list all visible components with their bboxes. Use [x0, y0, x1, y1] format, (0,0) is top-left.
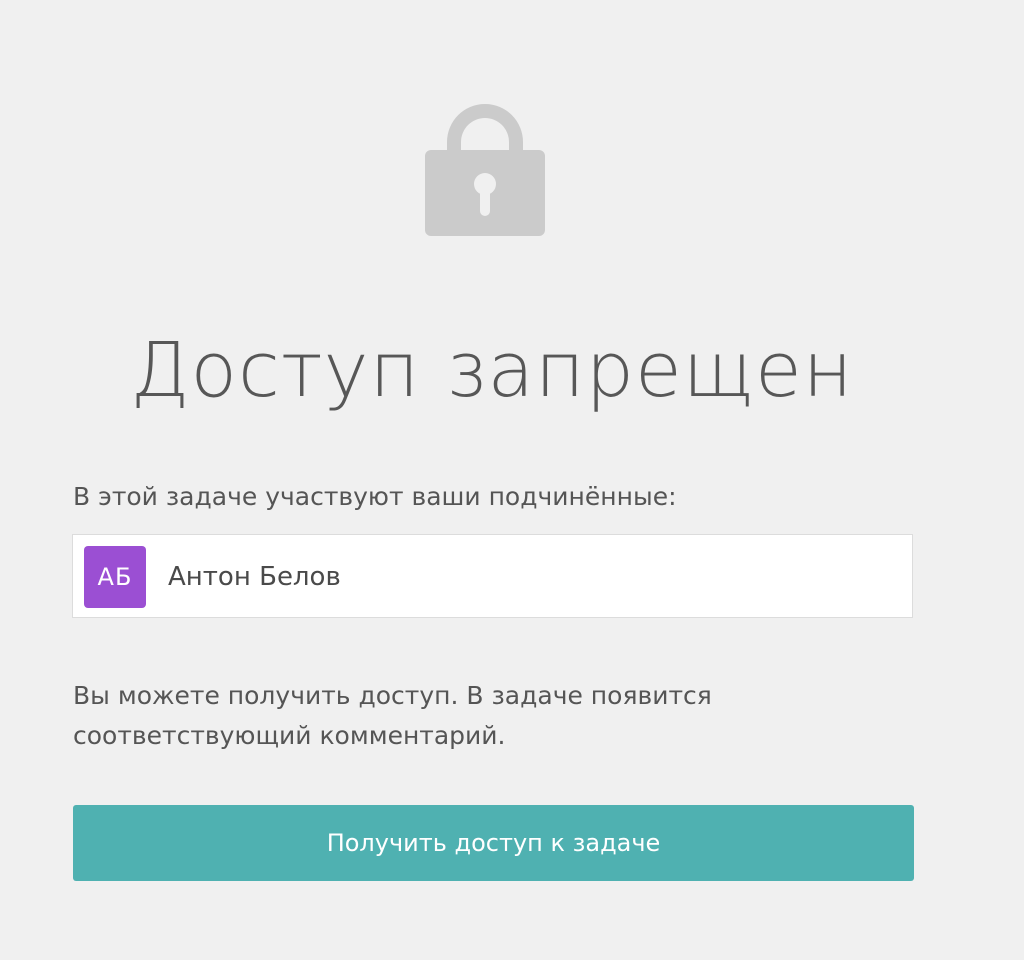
subordinates-label: В этой задаче участвуют ваши подчинённые…	[73, 482, 677, 511]
get-access-button[interactable]: Получить доступ к задаче	[73, 805, 914, 881]
lock-icon	[425, 104, 545, 236]
info-text: Вы можете получить доступ. В задаче появ…	[73, 676, 913, 756]
info-text-line: соответствующий комментарий.	[73, 721, 506, 750]
user-list-item[interactable]: АБ Антон Белов	[72, 534, 913, 618]
avatar: АБ	[84, 546, 146, 608]
info-text-line: Вы можете получить доступ. В задаче появ…	[73, 681, 712, 710]
page-title: Доступ запрещен	[130, 325, 854, 414]
user-name: Антон Белов	[168, 562, 341, 592]
